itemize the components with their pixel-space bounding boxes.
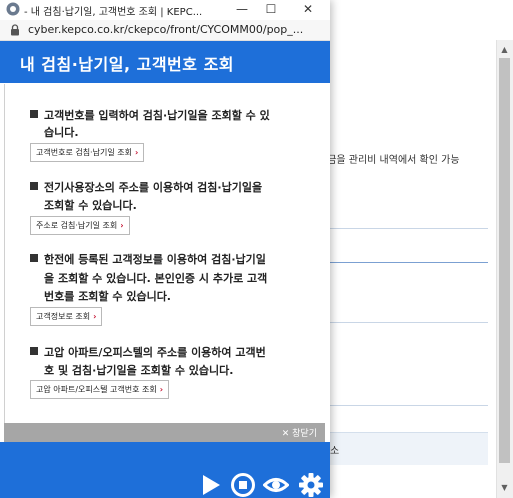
scroll-down-arrow-icon[interactable]: ▼ xyxy=(496,480,513,496)
apartment-officetel-lookup-button[interactable]: 고압 아파트/오피스텔 고객번호 조회 › xyxy=(30,380,170,399)
section-title: 한전에 등록된 고객정보를 이용하여 검침·납기일 xyxy=(30,251,300,269)
button-label: 주소로 검침·납기일 조회 xyxy=(36,221,118,230)
close-popup-link[interactable]: ✕ 창닫기 xyxy=(282,426,317,439)
customer-info-lookup-button[interactable]: 고객정보로 조회 › xyxy=(30,307,103,326)
chevron-right-icon: › xyxy=(134,148,139,157)
background-divider xyxy=(318,405,488,406)
gear-icon[interactable] xyxy=(298,472,324,498)
bullet-square-icon xyxy=(30,110,38,118)
close-bar: ✕ 창닫기 xyxy=(4,423,325,442)
lock-icon xyxy=(11,24,19,36)
section-title-line: 고압 아파트/오피스텔의 주소를 이용하여 고객번 xyxy=(44,346,266,359)
popup-title: - 내 검침·납기일, 고객번호 조회 | KEPC... xyxy=(24,7,203,18)
button-label: 고객정보로 조회 xyxy=(36,312,91,321)
popup-window: - 내 검침·납기일, 고객번호 조회 | KEPC... — ☐ ✕ cybe… xyxy=(0,0,330,498)
section-title-continued: 호 및 검침·납기일을 조회할 수 있습니다. xyxy=(44,364,234,377)
background-footer-text: 소 xyxy=(330,446,340,457)
bullet-square-icon xyxy=(30,254,38,262)
minimize-button[interactable]: — xyxy=(228,0,256,20)
background-divider xyxy=(318,322,488,323)
background-divider xyxy=(318,228,488,229)
url-text[interactable]: cyber.kepco.co.kr/ckepco/front/CYCOMM00/… xyxy=(28,23,303,36)
section-title-continued: 을 조회할 수 있습니다. 본인인증 시 추가로 고객 xyxy=(44,272,268,285)
section-title-line: 전기사용장소의 주소를 이용하여 검침·납기일을 xyxy=(44,181,263,194)
address-lookup-button[interactable]: 주소로 검침·납기일 조회 › xyxy=(30,216,130,235)
play-icon[interactable] xyxy=(198,472,224,498)
chevron-right-icon: › xyxy=(159,385,164,394)
section-title-continued: 번호를 조회할 수 있습니다. xyxy=(44,290,171,303)
bullet-square-icon xyxy=(30,347,38,355)
section-title: 전기사용장소의 주소를 이용하여 검침·납기일을 xyxy=(30,179,300,197)
section-title: 고압 아파트/오피스텔의 주소를 이용하여 고객번 xyxy=(30,344,300,362)
background-content xyxy=(318,40,496,498)
scroll-up-arrow-icon[interactable]: ▲ xyxy=(496,42,513,58)
scrollbar-thumb[interactable] xyxy=(499,58,510,463)
button-label: 고객번호로 검침·납기일 조회 xyxy=(36,148,132,157)
background-partial-text: 요금을 관리비 내역에서 확인 가능 xyxy=(318,155,460,166)
background-divider xyxy=(318,262,488,263)
section-title-line: 한전에 등록된 고객정보를 이용하여 검침·납기일 xyxy=(44,253,266,266)
button-label: 고압 아파트/오피스텔 고객번호 조회 xyxy=(36,385,157,394)
eye-icon[interactable] xyxy=(263,472,289,498)
page-title: 내 검침·납기일, 고객번호 조회 xyxy=(20,55,235,74)
app-icon xyxy=(6,2,20,16)
bullet-square-icon xyxy=(30,182,38,190)
maximize-button[interactable]: ☐ xyxy=(257,0,285,20)
stop-icon[interactable] xyxy=(230,472,256,498)
section-title-line: 고객번호를 입력하여 검침·납기일을 조회할 수 있 xyxy=(44,109,270,122)
close-window-button[interactable]: ✕ xyxy=(294,0,322,20)
section-title-continued: 습니다. xyxy=(44,126,79,139)
section-title-continued: 조회할 수 있습니다. xyxy=(44,199,137,212)
section-title: 고객번호를 입력하여 검침·납기일을 조회할 수 있 xyxy=(30,107,300,125)
chevron-right-icon: › xyxy=(120,221,124,230)
background-footer-bar xyxy=(318,432,488,465)
chevron-right-icon: › xyxy=(93,312,97,321)
customer-number-lookup-button[interactable]: 고객번호로 검침·납기일 조회 › xyxy=(30,143,145,162)
